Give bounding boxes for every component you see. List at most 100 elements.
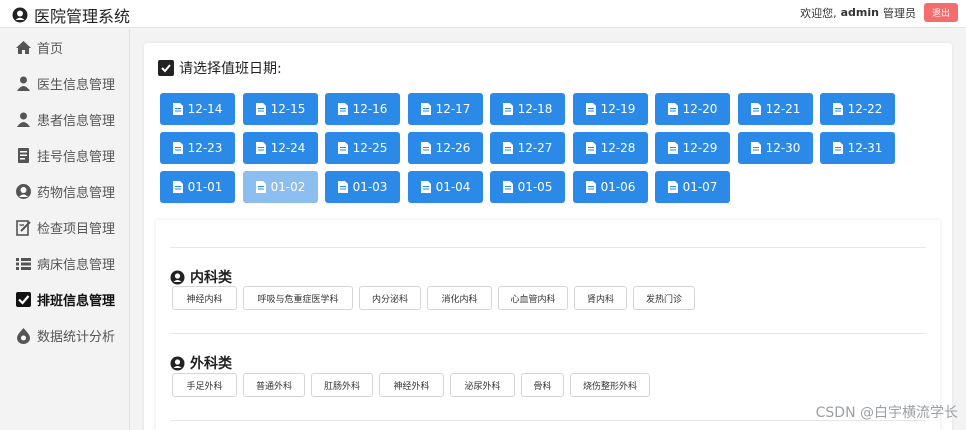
home-icon xyxy=(16,40,31,54)
date-label: 01-02 xyxy=(270,180,306,194)
sidebar-item-home[interactable]: 首页 xyxy=(0,29,129,65)
date-button[interactable]: 01-07 xyxy=(655,171,730,203)
sidebar-item-label: 挂号信息管理 xyxy=(37,149,116,165)
department-chip[interactable]: 手足外科 xyxy=(172,373,237,397)
brand: 医院管理系统 xyxy=(12,3,130,27)
document-icon xyxy=(667,181,678,193)
document-icon xyxy=(667,142,678,154)
user-box: 欢迎您, admin 管理员 退出 xyxy=(800,3,958,22)
category-title-surgery: 外科类 xyxy=(170,353,232,373)
date-label: 01-04 xyxy=(435,180,471,194)
date-label: 12-21 xyxy=(765,102,801,116)
document-icon xyxy=(585,181,596,193)
date-button[interactable]: 12-30 xyxy=(738,132,813,164)
date-button[interactable]: 12-26 xyxy=(408,132,483,164)
date-label: 12-15 xyxy=(270,102,306,116)
date-button[interactable]: 12-18 xyxy=(490,93,565,125)
sidebar-item-registration[interactable]: 挂号信息管理 xyxy=(0,137,129,173)
date-heading-label: 请选择值班日期: xyxy=(179,61,282,77)
document-icon xyxy=(255,142,266,154)
sidebar-item-label: 病床信息管理 xyxy=(37,257,116,273)
document-icon xyxy=(337,103,348,115)
date-label: 12-16 xyxy=(352,102,388,116)
department-chip[interactable]: 心血管内科 xyxy=(498,286,568,310)
sidebar-item-label: 数据统计分析 xyxy=(37,329,116,345)
exam-icon xyxy=(16,219,31,236)
department-chip[interactable]: 神经外科 xyxy=(379,373,444,397)
department-chip[interactable]: 泌尿外科 xyxy=(450,373,515,397)
date-button[interactable]: 01-03 xyxy=(325,171,400,203)
date-label: 12-22 xyxy=(847,102,883,116)
category-title: 外科类 xyxy=(190,356,232,372)
checkbox-icon xyxy=(158,60,174,76)
sidebar-item-schedule[interactable]: 排班信息管理 xyxy=(0,281,129,317)
date-button[interactable]: 12-28 xyxy=(573,132,648,164)
app-title: 医院管理系统 xyxy=(34,7,131,26)
logout-button[interactable]: 退出 xyxy=(923,3,958,22)
document-icon xyxy=(502,181,513,193)
date-button[interactable]: 12-20 xyxy=(655,93,730,125)
date-button[interactable]: 12-31 xyxy=(820,132,895,164)
date-label: 12-18 xyxy=(517,102,553,116)
date-button[interactable]: 01-02 xyxy=(243,171,318,203)
date-label: 12-26 xyxy=(435,141,471,155)
document-icon xyxy=(420,142,431,154)
medicine-icon xyxy=(16,183,31,199)
divider xyxy=(170,247,926,248)
date-label: 12-24 xyxy=(270,141,306,155)
department-chip[interactable]: 骨科 xyxy=(521,373,564,397)
date-button[interactable]: 01-05 xyxy=(490,171,565,203)
document-icon xyxy=(337,142,348,154)
sidebar-item-doctors[interactable]: 医生信息管理 xyxy=(0,65,129,101)
sidebar-item-patients[interactable]: 患者信息管理 xyxy=(0,101,129,137)
date-button[interactable]: 12-19 xyxy=(573,93,648,125)
date-button[interactable]: 12-27 xyxy=(490,132,565,164)
document-icon xyxy=(420,103,431,115)
department-chip[interactable]: 肛肠外科 xyxy=(311,373,373,397)
date-button[interactable]: 01-01 xyxy=(160,171,235,203)
date-heading: 请选择值班日期: xyxy=(158,58,282,78)
top-bar: 医院管理系统 欢迎您, admin 管理员 退出 xyxy=(0,0,966,28)
document-icon xyxy=(172,181,183,193)
date-button[interactable]: 12-23 xyxy=(160,132,235,164)
sidebar-item-label: 首页 xyxy=(37,41,64,57)
department-chip[interactable]: 内分泌科 xyxy=(359,286,421,310)
sidebar-item-exam[interactable]: 检查项目管理 xyxy=(0,209,129,245)
date-button[interactable]: 12-17 xyxy=(408,93,483,125)
department-chip[interactable]: 发热门诊 xyxy=(633,286,695,310)
document-icon xyxy=(832,103,843,115)
list-icon xyxy=(16,257,31,270)
department-chip[interactable]: 消化内科 xyxy=(427,286,492,310)
patient-icon xyxy=(17,112,30,127)
date-button[interactable]: 12-29 xyxy=(655,132,730,164)
department-chip[interactable]: 呼吸与危重症医学科 xyxy=(243,286,353,310)
department-chip[interactable]: 普通外科 xyxy=(243,373,305,397)
document-icon xyxy=(255,181,266,193)
date-button[interactable]: 12-14 xyxy=(160,93,235,125)
date-button[interactable]: 12-25 xyxy=(325,132,400,164)
document-icon xyxy=(502,103,513,115)
department-panel: 内科类 神经内科 呼吸与危重症医学科 内分泌科 消化内科 心血管内科 肾内科 发热门诊 外科… xyxy=(156,220,940,430)
date-label: 01-05 xyxy=(517,180,553,194)
department-chip[interactable]: 肾内科 xyxy=(574,286,627,310)
date-button[interactable]: 12-24 xyxy=(243,132,318,164)
date-button[interactable]: 12-21 xyxy=(738,93,813,125)
sidebar-item-beds[interactable]: 病床信息管理 xyxy=(0,245,129,281)
sidebar-item-stats[interactable]: 数据统计分析 xyxy=(0,317,129,353)
date-label: 12-19 xyxy=(600,102,636,116)
department-chip[interactable]: 烧伤整形外科 xyxy=(570,373,650,397)
main-panel: 请选择值班日期: 12-14 12-15 12-16 12-17 12-18 12-19 1… xyxy=(144,43,952,430)
date-button[interactable]: 12-22 xyxy=(820,93,895,125)
welcome-text: 欢迎您, xyxy=(800,6,837,20)
date-button[interactable]: 12-16 xyxy=(325,93,400,125)
date-label: 12-30 xyxy=(765,141,801,155)
document-icon xyxy=(832,142,843,154)
date-button[interactable]: 12-15 xyxy=(243,93,318,125)
sidebar-item-medicine[interactable]: 药物信息管理 xyxy=(0,173,129,209)
department-chip[interactable]: 神经内科 xyxy=(172,286,237,310)
date-button[interactable]: 01-06 xyxy=(573,171,648,203)
document-icon xyxy=(337,181,348,193)
date-button[interactable]: 01-04 xyxy=(408,171,483,203)
date-label: 12-20 xyxy=(682,102,718,116)
sidebar-item-label: 医生信息管理 xyxy=(37,77,116,93)
